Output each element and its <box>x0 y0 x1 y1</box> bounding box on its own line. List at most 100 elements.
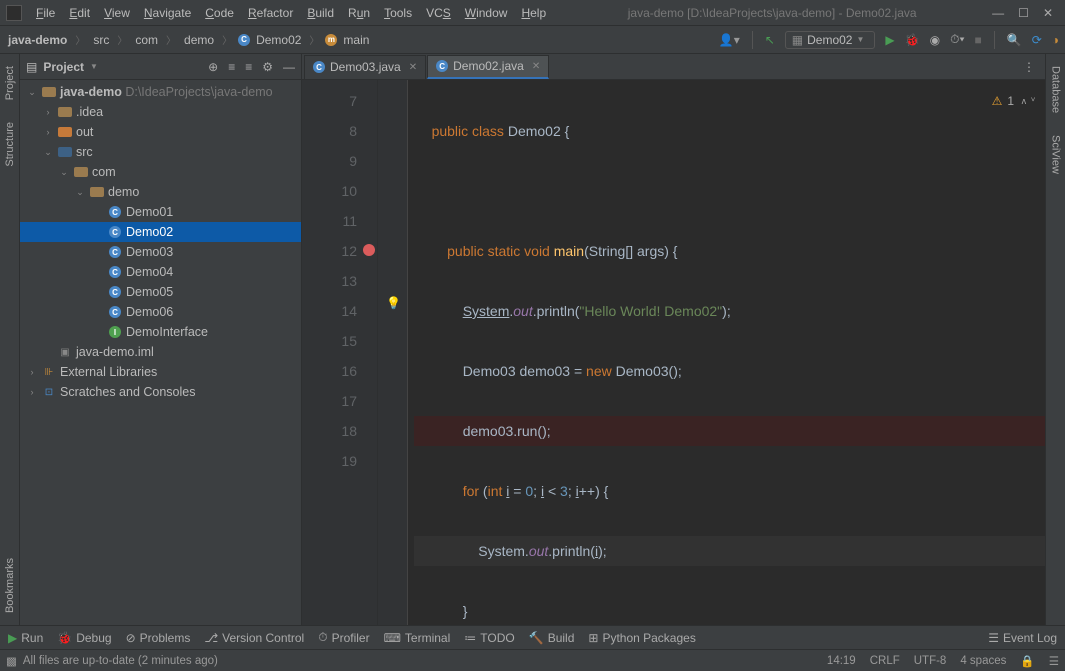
tool-problems[interactable]: ⊘Problems <box>126 631 191 645</box>
tree-item-demo05[interactable]: CDemo05 <box>20 282 301 302</box>
menu-help[interactable]: Help <box>515 4 552 22</box>
run-config-selector[interactable]: ▦ Demo02 ▼ <box>785 31 876 49</box>
ide-icon[interactable]: ◑ <box>1052 33 1059 47</box>
tool-profiler[interactable]: ⏱Profiler <box>318 630 369 645</box>
fold-gutter[interactable]: 💡 <box>378 80 408 625</box>
tree-item-demo06[interactable]: CDemo06 <box>20 302 301 322</box>
tree-out[interactable]: ›out <box>20 122 301 142</box>
crumb-method[interactable]: main <box>341 33 371 47</box>
menu-tools[interactable]: Tools <box>378 4 418 22</box>
tool-todo[interactable]: ≔TODO <box>464 631 514 645</box>
tool-build[interactable]: 🔨Build <box>529 631 575 645</box>
collapse-all-icon[interactable]: ≡ <box>245 60 252 74</box>
close-tab-icon[interactable]: ✕ <box>532 61 540 72</box>
menu-file[interactable]: File <box>30 4 61 22</box>
tree-src[interactable]: ⌄src <box>20 142 301 162</box>
tree-item-demo03[interactable]: CDemo03 <box>20 242 301 262</box>
editor: C Demo03.java✕ C Demo02.java✕ ⋮ 7 8 9 10… <box>302 54 1045 625</box>
tool-python[interactable]: ⊞Python Packages <box>588 631 695 645</box>
class-icon: C <box>238 34 250 46</box>
tool-run[interactable]: ▶Run <box>8 631 43 645</box>
tool-eventlog[interactable]: ☰Event Log <box>988 631 1057 645</box>
close-tab-icon[interactable]: ✕ <box>409 62 417 73</box>
tree-com[interactable]: ⌄com <box>20 162 301 182</box>
gear-icon[interactable]: ⚙ <box>262 60 273 74</box>
tree-demo[interactable]: ⌄demo <box>20 182 301 202</box>
run-button-icon[interactable]: ▶ <box>885 33 894 47</box>
menu-vcs[interactable]: VCS <box>420 4 457 22</box>
notify-icon[interactable]: ☰ <box>1049 654 1059 668</box>
coverage-button-icon[interactable]: ◉ <box>930 33 940 47</box>
maximize-button[interactable]: ☐ <box>1018 6 1029 20</box>
navigation-bar: java-demo 〉 src 〉 com 〉 demo 〉 C Demo02 … <box>0 26 1065 54</box>
intention-bulb-icon[interactable]: 💡 <box>386 296 401 310</box>
tree-item-demo01[interactable]: CDemo01 <box>20 202 301 222</box>
tab-more-icon[interactable]: ⋮ <box>1023 60 1045 74</box>
back-icon[interactable]: ↖ <box>765 33 775 47</box>
tool-tab-project[interactable]: Project <box>2 58 18 108</box>
tree-item-interface[interactable]: IDemoInterface <box>20 322 301 342</box>
status-enc[interactable]: UTF-8 <box>914 655 947 667</box>
stop-button-icon[interactable]: ■ <box>974 33 981 47</box>
tab-demo02[interactable]: C Demo02.java✕ <box>427 55 549 79</box>
project-panel-title[interactable]: Project <box>43 60 84 74</box>
menu-window[interactable]: Window <box>459 4 514 22</box>
status-indent[interactable]: 4 spaces <box>960 655 1006 667</box>
menu-build[interactable]: Build <box>301 4 340 22</box>
expand-all-icon[interactable]: ≡ <box>228 60 235 74</box>
status-toggle-icon[interactable]: ▩ <box>6 654 17 668</box>
tool-vcs[interactable]: ⎇Version Control <box>204 631 304 645</box>
tool-tab-structure[interactable]: Structure <box>2 114 18 175</box>
sync-icon[interactable]: ⟳ <box>1032 33 1042 47</box>
select-opened-icon[interactable]: ⊕ <box>208 60 218 74</box>
close-button[interactable]: ✕ <box>1043 6 1053 20</box>
tree-root[interactable]: ⌄ java-demo D:\IdeaProjects\java-demo <box>20 82 301 102</box>
tree-item-demo02[interactable]: CDemo02 <box>20 222 301 242</box>
crumb-demo[interactable]: demo <box>182 33 216 47</box>
crumb-com[interactable]: com <box>133 33 160 47</box>
tree-scratches[interactable]: ›⊡Scratches and Consoles <box>20 382 301 402</box>
add-user-icon[interactable]: 👤▾ <box>719 33 740 47</box>
inspection-widget[interactable]: ⚠ 1 ʌ ⱽ <box>992 86 1035 116</box>
debug-button-icon[interactable]: 🐞 <box>905 33 920 47</box>
warning-icon: ⚠ <box>992 86 1003 116</box>
title-bar: File Edit View Navigate Code Refactor Bu… <box>0 0 1065 26</box>
profile-button-icon[interactable]: ⏱▾ <box>950 32 964 47</box>
line-number-gutter[interactable]: 7 8 9 10 11 12 13 14 15 16 17 18 19 <box>302 80 378 625</box>
tool-tab-bookmarks[interactable]: Bookmarks <box>2 550 18 621</box>
menu-navigate[interactable]: Navigate <box>138 4 197 22</box>
search-icon[interactable]: 🔍 <box>1007 33 1022 47</box>
run-icon: ▶ <box>8 631 17 645</box>
tool-terminal[interactable]: ⌨Terminal <box>384 631 451 645</box>
crumb-class[interactable]: Demo02 <box>254 33 303 47</box>
tree-item-demo04[interactable]: CDemo04 <box>20 262 301 282</box>
terminal-icon: ⌨ <box>384 631 401 645</box>
menu-edit[interactable]: Edit <box>63 4 96 22</box>
menu-view[interactable]: View <box>98 4 136 22</box>
crumb-src[interactable]: src <box>91 33 111 47</box>
menu-refactor[interactable]: Refactor <box>242 4 299 22</box>
lock-icon[interactable]: 🔒 <box>1020 654 1034 668</box>
status-pos[interactable]: 14:19 <box>827 655 856 667</box>
minimize-button[interactable]: — <box>992 6 1004 20</box>
menu-run[interactable]: Run <box>342 4 376 22</box>
class-icon: C <box>436 60 448 72</box>
menu-code[interactable]: Code <box>199 4 240 22</box>
tree-external[interactable]: ›⊪External Libraries <box>20 362 301 382</box>
method-icon: m <box>325 34 337 46</box>
status-eol[interactable]: CRLF <box>870 655 900 667</box>
project-tree[interactable]: ⌄ java-demo D:\IdeaProjects\java-demo ›.… <box>20 80 301 625</box>
hide-icon[interactable]: — <box>283 60 295 74</box>
code-area[interactable]: public class Demo02 { public static void… <box>408 80 1045 625</box>
profiler-icon: ⏱ <box>318 630 327 645</box>
code-editor[interactable]: 7 8 9 10 11 12 13 14 15 16 17 18 19 💡 pu… <box>302 80 1045 625</box>
tool-tab-database[interactable]: Database <box>1048 58 1064 121</box>
tree-iml[interactable]: ▣java-demo.iml <box>20 342 301 362</box>
tree-idea[interactable]: ›.idea <box>20 102 301 122</box>
crumb-project[interactable]: java-demo <box>6 33 69 47</box>
tab-demo03[interactable]: C Demo03.java✕ <box>304 55 426 79</box>
bug-icon: 🐞 <box>57 631 72 645</box>
window-title: java-demo [D:\IdeaProjects\java-demo] - … <box>552 6 992 20</box>
tool-debug[interactable]: 🐞Debug <box>57 631 111 645</box>
tool-tab-sciview[interactable]: SciView <box>1048 127 1064 182</box>
